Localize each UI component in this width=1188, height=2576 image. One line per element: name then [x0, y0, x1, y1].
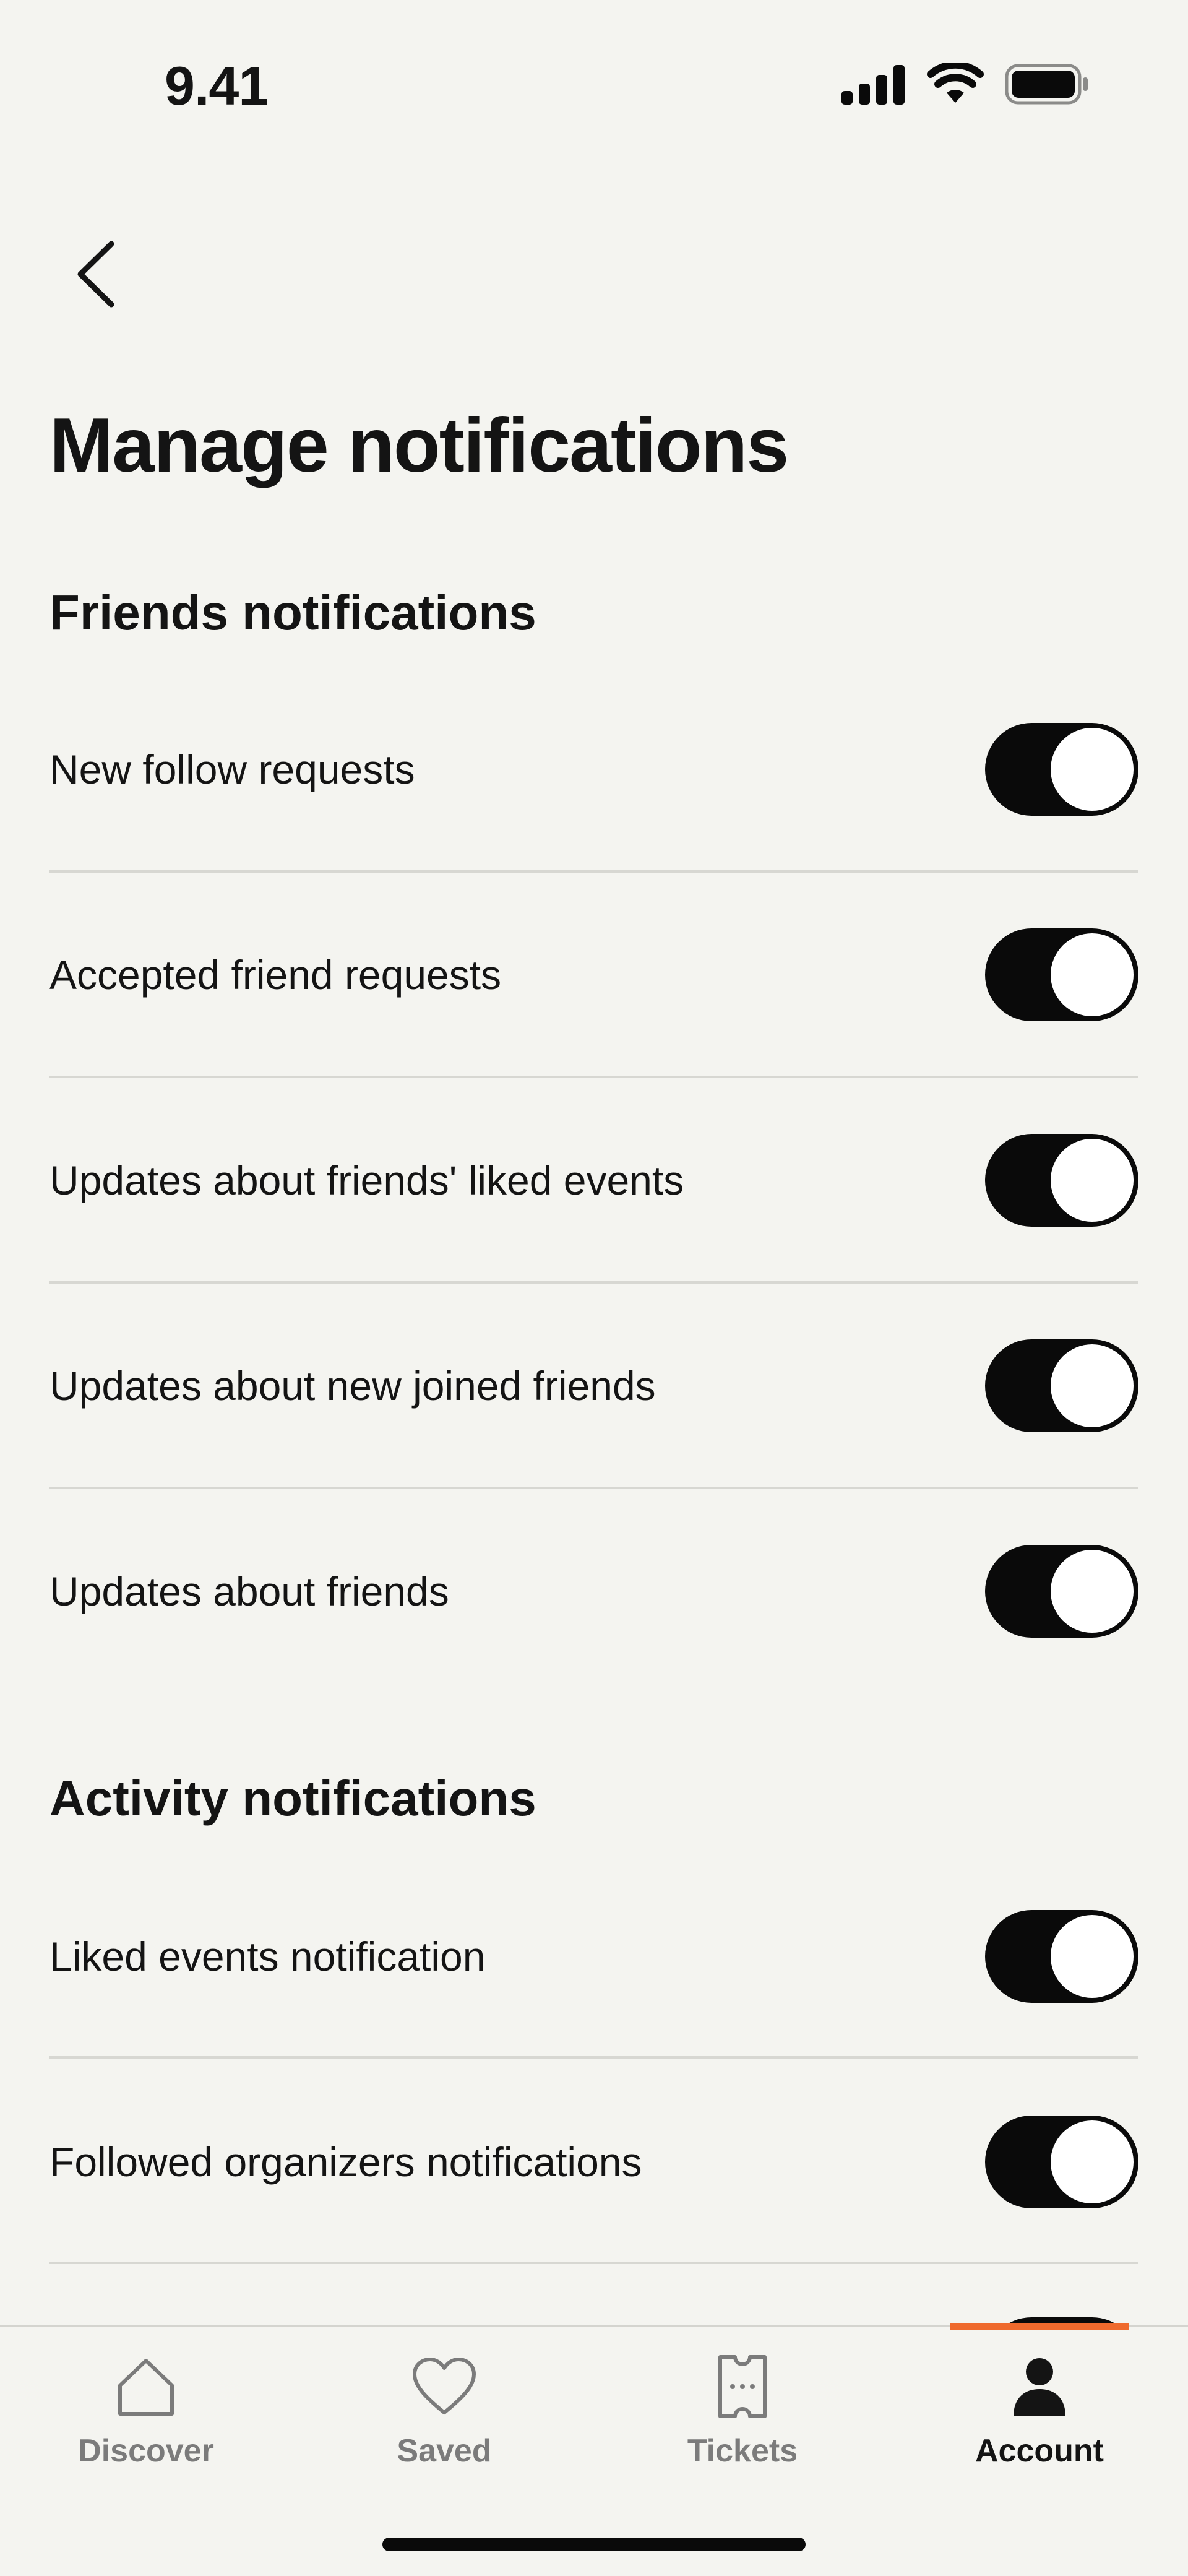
- battery-icon: [1005, 64, 1089, 108]
- toggle-knob: [1051, 728, 1134, 811]
- tab-account[interactable]: Account: [916, 2349, 1163, 2473]
- toggle-updates-about-friends[interactable]: [985, 1545, 1138, 1638]
- tab-discover[interactable]: Discover: [22, 2349, 270, 2473]
- tab-label: Account: [975, 2433, 1104, 2469]
- cellular-signal-icon: [842, 64, 906, 108]
- section-heading-friends: Friends notifications: [50, 585, 536, 640]
- tab-label: Saved: [397, 2433, 492, 2469]
- toggle-knob: [1051, 1139, 1134, 1222]
- list-item: Updates about friends' liked events: [50, 1129, 1138, 1232]
- toggle-knob: [1051, 1915, 1134, 1998]
- divider: [50, 1487, 1138, 1489]
- person-icon: [1002, 2349, 1077, 2424]
- section-heading-activity: Activity notifications: [50, 1771, 536, 1826]
- list-item: Liked events notification: [50, 1905, 1138, 2008]
- toggle-liked-events-notification[interactable]: [985, 1910, 1138, 2003]
- toggle-knob: [1051, 933, 1134, 1016]
- notification-label: Followed organizers notifications: [50, 2139, 642, 2185]
- tab-label: Discover: [78, 2433, 214, 2469]
- ticket-icon: [705, 2349, 780, 2424]
- status-time: 9.41: [165, 55, 269, 116]
- divider: [50, 1281, 1138, 1284]
- chevron-left-icon: [74, 240, 118, 311]
- toggle-followed-organizers[interactable]: [985, 2116, 1138, 2208]
- divider: [50, 2056, 1138, 2059]
- back-button[interactable]: [62, 229, 130, 322]
- notification-label: Accepted friend requests: [50, 952, 502, 998]
- list-item: Followed organizers notifications: [50, 2111, 1138, 2213]
- toggle-accepted-friend-requests[interactable]: [985, 928, 1138, 1021]
- heart-icon: [407, 2349, 481, 2424]
- wifi-icon: [927, 61, 984, 108]
- toggle-knob: [1051, 1550, 1134, 1633]
- tab-saved[interactable]: Saved: [321, 2349, 568, 2473]
- tab-label: Tickets: [687, 2433, 798, 2469]
- page-title: Manage notifications: [50, 403, 789, 488]
- home-icon: [109, 2349, 183, 2424]
- active-tab-indicator: [950, 2323, 1129, 2330]
- tab-tickets[interactable]: Tickets: [619, 2349, 866, 2473]
- notification-label: Updates about friends: [50, 1568, 449, 1614]
- toggle-new-joined-friends[interactable]: [985, 1339, 1138, 1432]
- toggle-knob: [1051, 1344, 1134, 1427]
- list-item: Updates about new joined friends: [50, 1334, 1138, 1437]
- notification-label: New follow requests: [50, 746, 415, 792]
- toggle-knob: [1051, 2120, 1134, 2203]
- status-bar: 9.41: [0, 0, 1188, 173]
- home-indicator: [382, 2538, 806, 2551]
- notification-label: Updates about friends' liked events: [50, 1157, 684, 1203]
- divider: [50, 870, 1138, 873]
- divider: [50, 2262, 1138, 2264]
- toggle-new-follow-requests[interactable]: [985, 723, 1138, 816]
- divider: [50, 1076, 1138, 1078]
- status-icons: [842, 61, 1089, 108]
- list-item: Updates about friends: [50, 1540, 1138, 1643]
- notification-label: Updates about new joined friends: [50, 1363, 656, 1409]
- list-item: New follow requests: [50, 718, 1138, 821]
- list-item: Accepted friend requests: [50, 923, 1138, 1026]
- notification-label: Liked events notification: [50, 1934, 486, 1979]
- toggle-friends-liked-events[interactable]: [985, 1134, 1138, 1227]
